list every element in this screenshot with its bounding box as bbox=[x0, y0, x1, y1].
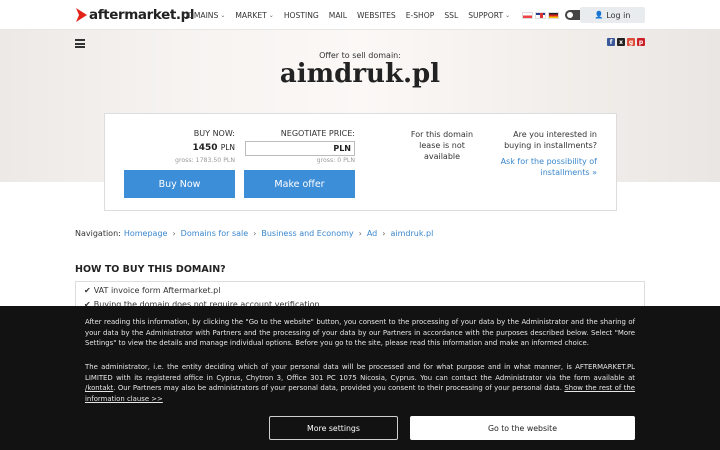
chevron-down-icon: ⌄ bbox=[220, 11, 226, 19]
top-navbar: aftermarket.pl DOMAINS ⌄ MARKET ⌄ HOSTING … bbox=[0, 0, 720, 30]
buy-now-button[interactable]: Buy Now bbox=[124, 170, 235, 198]
chevron-right-icon: › bbox=[253, 229, 257, 238]
chevron-right-icon: › bbox=[358, 229, 362, 238]
more-settings-button[interactable]: More settings bbox=[269, 416, 398, 440]
go-to-website-button[interactable]: Go to the website bbox=[410, 416, 635, 440]
check-icon: ✔ bbox=[84, 286, 91, 295]
logo-arrow-icon bbox=[76, 8, 87, 22]
breadcrumb-business-economy[interactable]: Business and Economy bbox=[261, 229, 353, 238]
logo-text: aftermarket.pl bbox=[89, 7, 195, 23]
nav-mail[interactable]: MAIL bbox=[329, 11, 347, 20]
user-icon: 👤 bbox=[594, 11, 604, 19]
chevron-right-icon: › bbox=[172, 229, 176, 238]
nav-domains[interactable]: DOMAINS ⌄ bbox=[182, 11, 225, 20]
consent-overlay: After reading this information, by click… bbox=[0, 306, 720, 450]
nav-ssl[interactable]: SSL bbox=[444, 11, 458, 20]
negotiate-gross-price: gross: 0 PLN bbox=[316, 157, 355, 164]
flag-gb-icon[interactable] bbox=[535, 11, 547, 19]
login-label: Log in bbox=[606, 10, 631, 20]
breadcrumb-domains-for-sale[interactable]: Domains for sale bbox=[181, 229, 249, 238]
flag-pl-icon[interactable] bbox=[522, 11, 534, 19]
menu-icon[interactable] bbox=[75, 39, 85, 48]
administrator-text: The administrator, i.e. the entity decid… bbox=[85, 363, 636, 403]
facebook-icon[interactable]: f bbox=[607, 38, 615, 46]
installments-question: Are you interested in buying in installm… bbox=[504, 130, 597, 150]
nav-hosting[interactable]: HOSTING bbox=[284, 11, 319, 20]
installments-link[interactable]: Ask for the possibility of installments … bbox=[490, 156, 597, 178]
consent-text: After reading this information, by click… bbox=[85, 318, 635, 348]
chevron-right-icon: › bbox=[382, 229, 386, 238]
contact-link[interactable]: /kontakt bbox=[85, 384, 113, 392]
breadcrumb: Navigation: Homepage › Domains for sale … bbox=[75, 229, 433, 238]
domain-title: aimdruk.pl bbox=[279, 59, 441, 89]
buy-now-label: BUY NOW: bbox=[193, 129, 235, 138]
social-share: f x g p bbox=[605, 38, 645, 46]
main-nav: DOMAINS ⌄ MARKET ⌄ HOSTING MAIL WEBSITES E… bbox=[182, 0, 586, 30]
nav-websites[interactable]: WEBSITES bbox=[357, 11, 396, 20]
negotiate-label: NEGOTIATE PRICE: bbox=[280, 129, 355, 138]
logo[interactable]: aftermarket.pl bbox=[76, 6, 195, 24]
login-button[interactable]: 👤 Log in bbox=[580, 7, 645, 23]
breadcrumb-domain[interactable]: aimdruk.pl bbox=[390, 229, 433, 238]
howto-item: ✔ VAT invoice form Aftermarket.pl bbox=[84, 286, 221, 295]
chevron-down-icon: ⌄ bbox=[268, 11, 274, 19]
buy-gross-price: gross: 1783.50 PLN bbox=[175, 157, 235, 164]
nav-eshop[interactable]: E-SHOP bbox=[406, 11, 435, 20]
negotiate-price-input[interactable] bbox=[245, 141, 355, 156]
breadcrumb-homepage[interactable]: Homepage bbox=[124, 229, 168, 238]
nav-market[interactable]: MARKET ⌄ bbox=[235, 11, 273, 20]
x-twitter-icon[interactable]: x bbox=[617, 38, 625, 46]
price-box: BUY NOW: 1450 PLN gross: 1783.50 PLN NEG… bbox=[104, 113, 617, 211]
breadcrumb-ad[interactable]: Ad bbox=[367, 229, 377, 238]
flag-de-icon[interactable] bbox=[548, 11, 560, 19]
make-offer-button[interactable]: Make offer bbox=[244, 170, 355, 198]
chevron-down-icon: ⌄ bbox=[505, 11, 511, 19]
buy-price: 1450 PLN bbox=[192, 143, 235, 153]
howto-title: HOW TO BUY THIS DOMAIN? bbox=[75, 264, 226, 275]
google-plus-icon[interactable]: g bbox=[627, 38, 635, 46]
lease-info: For this domain lease is not available bbox=[410, 130, 474, 161]
pinterest-icon[interactable]: p bbox=[637, 38, 645, 46]
nav-support[interactable]: SUPPORT ⌄ bbox=[468, 11, 510, 20]
breadcrumb-label: Navigation: bbox=[75, 229, 121, 238]
language-flags bbox=[522, 11, 561, 19]
